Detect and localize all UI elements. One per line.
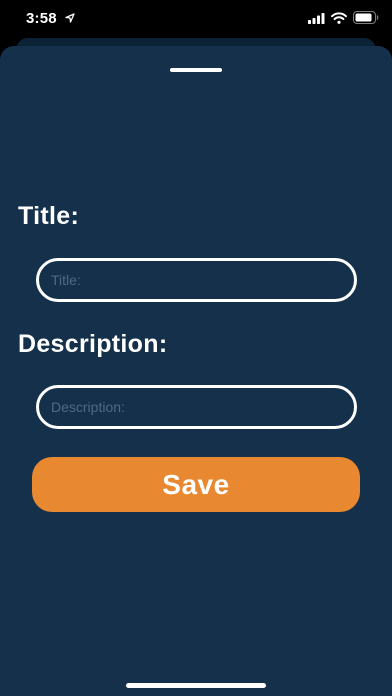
battery-icon bbox=[353, 11, 379, 24]
app-screen: 3:58 Title: Description: Save bbox=[0, 0, 392, 696]
status-bar: 3:58 bbox=[0, 0, 392, 38]
location-arrow-icon bbox=[65, 13, 75, 23]
save-button[interactable]: Save bbox=[32, 457, 360, 512]
description-input[interactable] bbox=[36, 385, 357, 429]
home-indicator bbox=[126, 683, 266, 688]
wifi-icon bbox=[331, 12, 347, 24]
description-label: Description: bbox=[18, 330, 168, 358]
signal-icon bbox=[308, 13, 325, 24]
sheet-grabber[interactable] bbox=[170, 68, 222, 72]
title-label: Title: bbox=[18, 202, 80, 230]
title-input[interactable] bbox=[36, 258, 357, 302]
modal-sheet: Title: Description: Save bbox=[0, 46, 392, 696]
status-time: 3:58 bbox=[26, 10, 57, 27]
